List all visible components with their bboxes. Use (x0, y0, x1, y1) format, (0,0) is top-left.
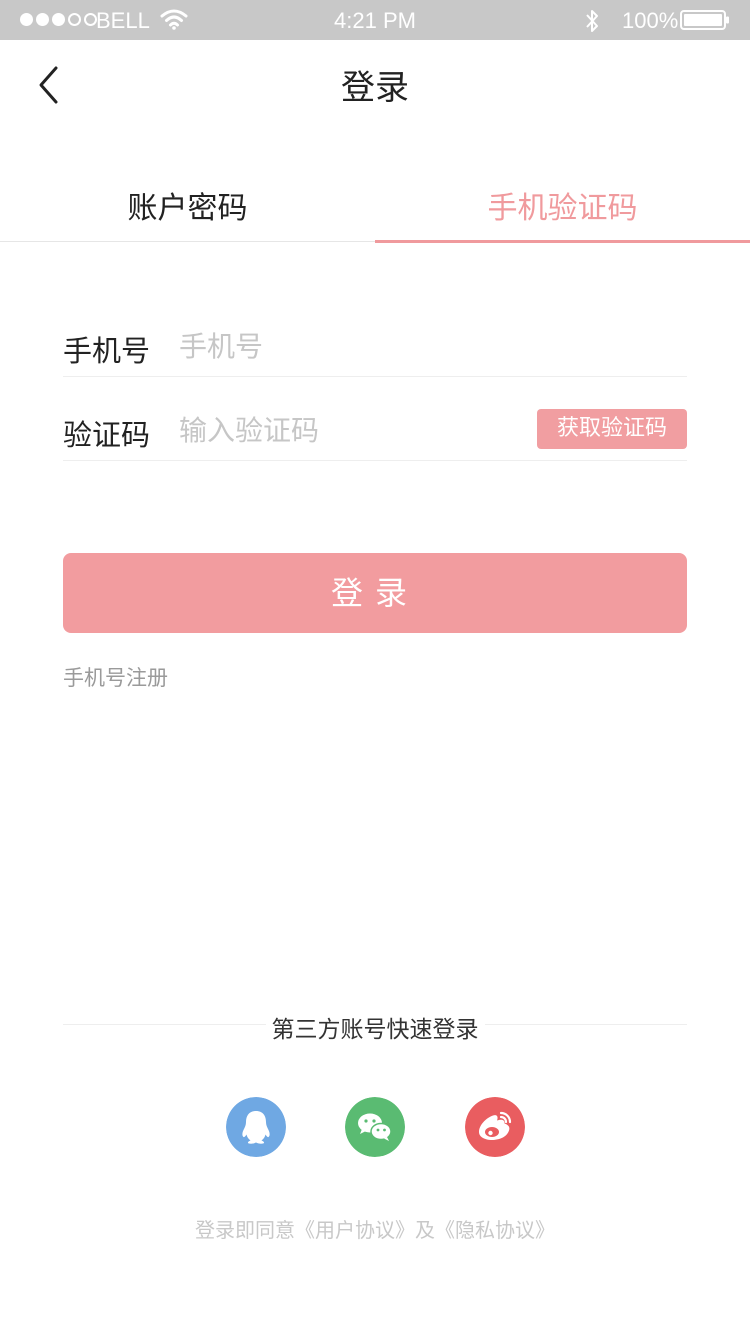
battery-percentage: 100% (622, 8, 679, 33)
phone-field-row: 手机号 (63, 316, 687, 377)
qq-login-button[interactable] (226, 1097, 286, 1157)
page-title: 登录 (341, 68, 409, 108)
get-code-button[interactable]: 获取验证码 (537, 409, 687, 449)
login-button[interactable]: 登录 (63, 553, 687, 633)
bluetooth-icon (586, 10, 598, 32)
phone-label: 手机号 (63, 334, 151, 368)
battery-icon (680, 10, 729, 30)
active-tab-indicator (375, 240, 750, 243)
weibo-login-button[interactable] (465, 1097, 525, 1157)
user-agreement-link[interactable]: 《用户协议》 (295, 1218, 415, 1242)
tab-account-password[interactable]: 账户密码 (0, 180, 375, 242)
wechat-icon (345, 1097, 405, 1157)
third-party-title-text: 第三方账号快速登录 (265, 1017, 485, 1043)
agreement-text: 登录即同意《用户协议》及《隐私协议》 (0, 1214, 750, 1243)
status-bar: BELL 4:21 PM 100% (0, 0, 750, 40)
nav-bar: 登录 (0, 40, 750, 130)
code-input[interactable] (179, 408, 519, 452)
privacy-policy-link[interactable]: 《隐私协议》 (435, 1218, 555, 1242)
login-mode-tabs: 账户密码 手机验证码 (0, 180, 750, 242)
code-field-row: 验证码 获取验证码 (63, 400, 687, 461)
tab-phone-code[interactable]: 手机验证码 (375, 180, 750, 242)
third-party-title: 第三方账号快速登录 (0, 1010, 750, 1044)
weibo-icon (465, 1097, 525, 1157)
register-link[interactable]: 手机号注册 (63, 662, 168, 692)
agreement-connector: 及 (415, 1218, 435, 1242)
qq-icon (226, 1097, 286, 1157)
phone-input[interactable] (179, 324, 519, 368)
agreement-prefix: 登录即同意 (195, 1218, 295, 1242)
wechat-login-button[interactable] (345, 1097, 405, 1157)
code-label: 验证码 (63, 418, 151, 452)
